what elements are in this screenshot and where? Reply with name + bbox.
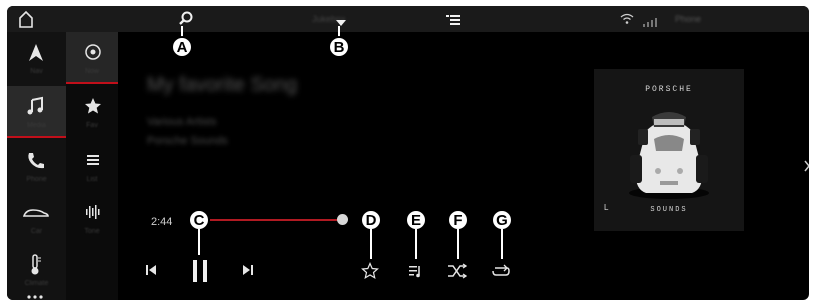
callout-d: D — [360, 209, 382, 231]
subnav-item-label: Fav — [86, 122, 98, 129]
progress-bar[interactable] — [210, 219, 343, 221]
skip-next-icon — [243, 265, 253, 275]
star-outline-icon — [361, 262, 379, 280]
playlist-icon — [409, 266, 420, 278]
pause-icon — [193, 260, 207, 282]
favorite-button[interactable] — [361, 262, 379, 285]
music-note-icon — [27, 96, 43, 115]
callout-leader — [370, 229, 372, 259]
infotainment-display: Jukebox Phone Nav Media Phone Car Climat… — [7, 6, 809, 300]
shuffle-button[interactable] — [447, 262, 468, 285]
subnav-item-list[interactable]: List — [66, 140, 118, 192]
album-name: Porsche Sounds — [147, 135, 228, 147]
song-title: My favorite Song — [147, 74, 298, 96]
callout-e: E — [405, 209, 427, 231]
media-subnav: Now Fav List Tone — [66, 32, 118, 300]
subnav-item-label: Now — [84, 68, 99, 75]
sort-list-icon[interactable] — [445, 13, 461, 25]
sidebar-item-phone[interactable]: Phone — [7, 140, 66, 192]
status-bar: Jukebox Phone — [7, 6, 809, 32]
sidebar-item-label: Media — [26, 122, 47, 129]
active-indicator — [7, 136, 66, 138]
phone-icon — [28, 153, 44, 169]
chevron-right-icon[interactable] — [804, 159, 809, 172]
dropdown-arrow-icon[interactable] — [335, 15, 347, 26]
subnav-item-label: List — [86, 176, 98, 183]
callout-f: F — [447, 209, 469, 231]
pause-button[interactable] — [190, 258, 210, 289]
equalizer-icon — [86, 205, 100, 219]
callout-leader — [198, 229, 200, 255]
sidebar-item-car[interactable]: Car — [7, 192, 66, 244]
sidebar-item-label: Car — [30, 228, 43, 235]
sidebar-item-label: Nav — [30, 68, 43, 75]
previous-track-button[interactable] — [144, 263, 158, 282]
signal-icon — [642, 14, 666, 27]
subnav-item-label: Tone — [84, 228, 100, 235]
sidebar-item-climate[interactable]: Climate — [7, 244, 66, 296]
thermometer-icon — [31, 254, 41, 275]
main-sidebar: Nav Media Phone Car Climate — [7, 32, 66, 300]
callout-leader — [457, 229, 459, 259]
sidebar-item-media[interactable]: Media — [7, 86, 66, 138]
repeat-icon — [492, 264, 510, 276]
sidebar-item-label: Climate — [24, 280, 49, 287]
callout-leader — [415, 229, 417, 259]
callout-g: G — [491, 209, 513, 231]
callout-c: C — [188, 209, 210, 231]
album-art: PORSCHE L SOUNDS — [594, 69, 744, 231]
artist-name: Various Artists — [147, 116, 217, 128]
progress-handle[interactable] — [337, 214, 348, 225]
shuffle-icon — [448, 263, 468, 279]
list-icon — [87, 155, 99, 165]
star-icon — [85, 98, 101, 114]
screen: Jukebox Phone Nav Media Phone Car Climat… — [0, 0, 814, 306]
subnav-item-sound[interactable]: Tone — [66, 192, 118, 244]
callout-b: B — [328, 36, 350, 58]
elapsed-time: 2:44 — [151, 216, 173, 228]
sidebar-item-label: Phone — [26, 176, 47, 183]
playlist-button[interactable] — [408, 263, 424, 284]
album-art-subtitle: SOUNDS — [650, 206, 688, 214]
wifi-icon — [620, 12, 634, 24]
callout-a: A — [171, 36, 193, 58]
subnav-item-now-playing[interactable]: Now — [66, 32, 118, 84]
next-track-button[interactable] — [241, 263, 255, 282]
repeat-button[interactable] — [491, 262, 511, 285]
play-circle-icon — [85, 44, 101, 60]
car-icon — [23, 209, 49, 217]
skip-previous-icon — [146, 265, 156, 275]
home-icon[interactable] — [15, 8, 37, 30]
sidebar-item-more[interactable] — [7, 290, 66, 300]
sidebar-item-navigation[interactable]: Nav — [7, 32, 66, 84]
callout-leader — [501, 229, 503, 259]
more-dots-icon — [27, 295, 43, 299]
phone-label: Phone — [675, 14, 702, 24]
subnav-item-favorites[interactable]: Fav — [66, 86, 118, 138]
active-indicator — [66, 82, 118, 84]
navigation-arrow-icon — [29, 44, 43, 61]
